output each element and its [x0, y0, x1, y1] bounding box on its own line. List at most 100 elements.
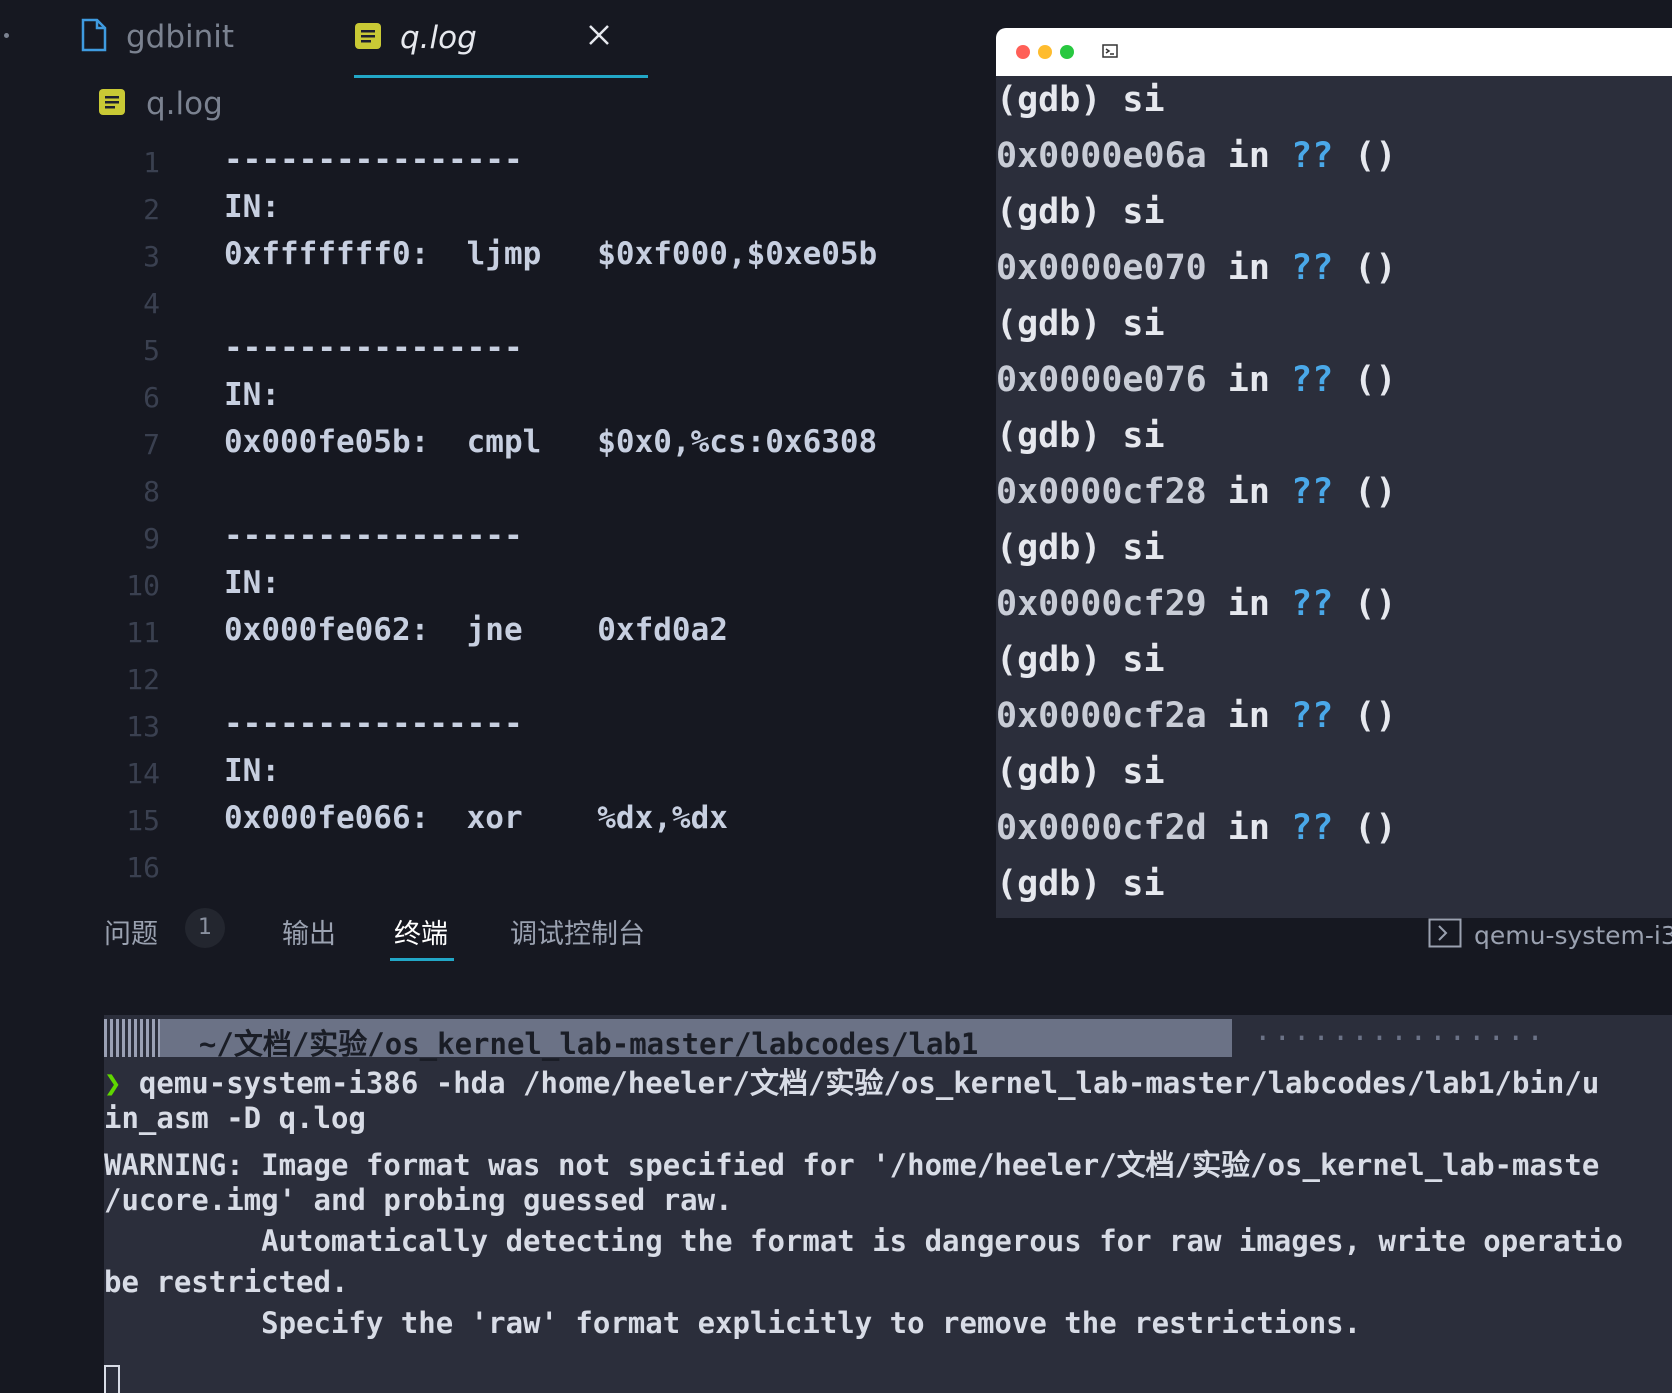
gdb-prompt-line: (gdb) si — [996, 528, 1165, 568]
line-number: 8 — [143, 475, 160, 508]
gdb-parens: () — [1333, 696, 1397, 736]
gdb-prompt-line: (gdb) si — [996, 80, 1165, 120]
gdb-address: 0x0000cf2a — [996, 696, 1207, 736]
minimize-window-icon[interactable] — [1038, 45, 1052, 59]
gdb-parens: () — [1333, 248, 1397, 288]
tab-debug-console[interactable]: 调试控制台 — [510, 912, 645, 951]
tab-qlog[interactable]: q.log — [354, 0, 648, 78]
gdb-parens: () — [1333, 472, 1397, 512]
gdb-prompt-line: (gdb) si — [996, 304, 1165, 344]
code-line: 10 IN: — [0, 563, 930, 610]
gdb-output-line: 0x0000e06a in ?? () — [996, 136, 1396, 176]
line-number: 12 — [126, 663, 160, 696]
line-number: 10 — [126, 569, 160, 602]
terminal-command-line: ❯ qemu-system-i386 -hda /home/heeler/文档/… — [104, 1060, 1599, 1102]
tab-problems[interactable]: 问题 — [104, 912, 158, 951]
line-number: 13 — [126, 710, 160, 743]
code-editor[interactable]: 1 ---------------- 2 IN: 3 0xfffffff0: ljmp… — [0, 140, 930, 895]
line-number: 14 — [126, 757, 160, 790]
code-line: 15 0x000fe066: xor %dx,%dx — [0, 798, 930, 845]
line-number: 2 — [143, 193, 160, 226]
line-number: 16 — [126, 851, 160, 884]
terminal-selector[interactable]: qemu-system-i3 — [1428, 918, 1672, 952]
line-text: IN: — [224, 377, 280, 413]
code-line: 3 0xfffffff0: ljmp $0xf000,$0xe05b — [0, 234, 930, 281]
code-line: 8 — [0, 469, 930, 516]
gdb-address: 0x0000cf28 — [996, 472, 1207, 512]
gdb-prompt-line: (gdb) si — [996, 864, 1165, 904]
terminal-line: Specify the 'raw' format explicitly to r… — [104, 1306, 1362, 1340]
terminal-icon — [1428, 918, 1462, 952]
gdb-output-line: 0x0000cf28 in ?? () — [996, 472, 1396, 512]
terminal-line: /ucore.img' and probing guessed raw. — [104, 1183, 733, 1217]
tab-gdbinit[interactable]: gdbinit — [80, 0, 234, 74]
line-text: 0xfffffff0: ljmp $0xf000,$0xe05b — [224, 236, 878, 272]
shell-prompt: ~/文档/实验/os_kernel_lab-master/labcodes/la… — [104, 1015, 1672, 1061]
gdb-address: 0x0000cf29 — [996, 584, 1207, 624]
gdb-window[interactable]: (gdb) si 0x0000e06a in ?? () (gdb) si 0x… — [996, 28, 1672, 918]
gdb-unknown-symbol: ?? — [1291, 360, 1334, 400]
line-number: 3 — [143, 240, 160, 273]
window-titlebar[interactable] — [996, 28, 1672, 76]
gdb-in: in — [1206, 696, 1292, 736]
line-text: 0x000fe066: xor %dx,%dx — [224, 800, 728, 836]
prompt-filler: ··············· — [1254, 1021, 1546, 1055]
gdb-parens: () — [1333, 808, 1397, 848]
line-text: 0x000fe05b: cmpl $0x0,%cs:0x6308 — [224, 424, 878, 460]
log-file-icon — [354, 22, 382, 54]
editor-tab-bar: gdbinit q.log — [0, 0, 930, 78]
code-line: 2 IN: — [0, 187, 930, 234]
gdb-address: 0x0000e06a — [996, 136, 1207, 176]
prompt-arrow-icon: ❯ — [104, 1066, 122, 1100]
gdb-prompt-line: (gdb) si — [996, 192, 1165, 232]
code-line: 7 0x000fe05b: cmpl $0x0,%cs:0x6308 — [0, 422, 930, 469]
code-line: 6 IN: — [0, 375, 930, 422]
gdb-address: 0x0000e076 — [996, 360, 1207, 400]
code-line: 16 — [0, 845, 930, 892]
overflow-dot — [4, 33, 9, 38]
close-window-icon[interactable] — [1016, 45, 1030, 59]
line-text: ---------------- — [224, 518, 523, 554]
gdb-output-line: 0x0000cf2d in ?? () — [996, 808, 1396, 848]
tab-output[interactable]: 输出 — [282, 912, 336, 951]
line-text: IN: — [224, 753, 280, 789]
code-line: 4 — [0, 281, 930, 328]
maximize-window-icon[interactable] — [1060, 45, 1074, 59]
terminal-cursor — [104, 1365, 120, 1393]
terminal-line: in_asm -D q.log — [104, 1101, 366, 1135]
active-tab-indicator — [390, 958, 454, 961]
tab-label: gdbinit — [126, 19, 235, 55]
line-number: 9 — [143, 522, 160, 555]
gdb-in: in — [1206, 136, 1292, 176]
gdb-prompt-line: (gdb) si — [996, 640, 1165, 680]
breadcrumb[interactable]: q.log — [98, 86, 223, 122]
tab-terminal[interactable]: 终端 — [394, 912, 448, 951]
close-icon[interactable] — [584, 20, 614, 50]
line-number: 6 — [143, 381, 160, 414]
gdb-unknown-symbol: ?? — [1291, 472, 1334, 512]
gdb-parens: () — [1333, 136, 1397, 176]
line-number: 15 — [126, 804, 160, 837]
file-icon — [80, 18, 108, 56]
gdb-address: 0x0000cf2d — [996, 808, 1207, 848]
gdb-parens: () — [1333, 360, 1397, 400]
terminal[interactable]: ~/文档/实验/os_kernel_lab-master/labcodes/la… — [104, 1015, 1672, 1393]
line-number: 11 — [126, 616, 160, 649]
gdb-in: in — [1206, 360, 1292, 400]
line-text: ---------------- — [224, 142, 523, 178]
breadcrumb-label: q.log — [146, 86, 223, 122]
gdb-in: in — [1206, 584, 1292, 624]
gdb-in: in — [1206, 472, 1292, 512]
gdb-output-line: 0x0000e070 in ?? () — [996, 248, 1396, 288]
code-line: 12 — [0, 657, 930, 704]
line-text: 0x000fe062: jne 0xfd0a2 — [224, 612, 728, 648]
code-line: 9 ---------------- — [0, 516, 930, 563]
gdb-unknown-symbol: ?? — [1291, 584, 1334, 624]
gdb-unknown-symbol: ?? — [1291, 808, 1334, 848]
gdb-prompt-line: (gdb) si — [996, 752, 1165, 792]
prompt-decoration — [104, 1019, 160, 1057]
code-line: 11 0x000fe062: jne 0xfd0a2 — [0, 610, 930, 657]
gdb-unknown-symbol: ?? — [1291, 696, 1334, 736]
terminal-selector-label: qemu-system-i3 — [1474, 920, 1672, 950]
line-text: IN: — [224, 189, 280, 225]
